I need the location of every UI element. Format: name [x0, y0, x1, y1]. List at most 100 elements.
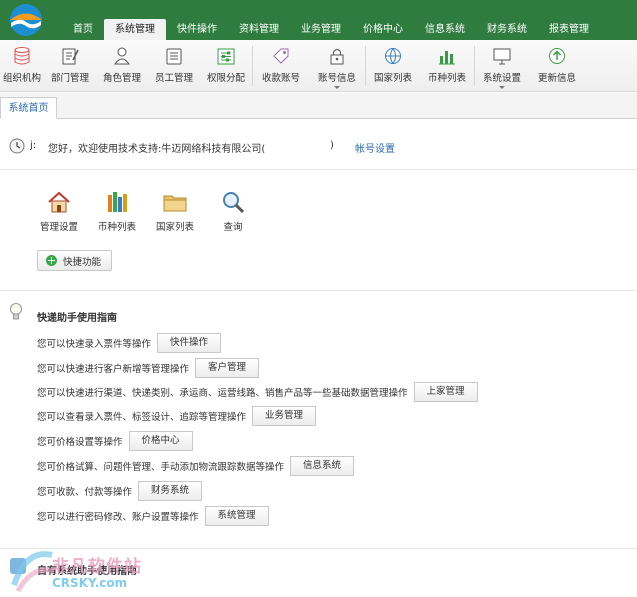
guide-row-button[interactable]: 财务系统 — [138, 481, 203, 501]
monitor-icon — [493, 48, 511, 65]
nav-item-4[interactable]: 业务管理 — [290, 19, 352, 40]
toolbar-label: 部门管理 — [50, 73, 89, 84]
guide-row: 您可以进行密码修改、账户设置等操作 系统管理 — [37, 506, 269, 526]
toolbar-label: 组织机构 — [2, 73, 41, 84]
tab-system-home[interactable]: 系统首页 — [0, 97, 57, 119]
toolbar-button-3[interactable]: 员工管理 — [148, 40, 200, 92]
toolbar-label: 更新信息 — [537, 73, 576, 84]
toolbar-label: 币种列表 — [427, 73, 466, 84]
tab-strip: 系统首页 — [0, 93, 637, 119]
quick-functions-label: 快捷功能 — [63, 256, 102, 268]
guide-row-button[interactable]: 系统管理 — [204, 506, 269, 526]
books-icon — [108, 192, 127, 212]
guide-row-text: 您可以快速录入票件等操作 — [37, 339, 152, 350]
sliders-icon — [217, 48, 235, 65]
guide-row-text: 您可价格设置等操作 — [37, 437, 123, 448]
main-nav: 首页 系统管理 快件操作 资料管理 业务管理 价格中心 信息系统 财务系统 报表管理 — [62, 19, 600, 40]
nav-item-5[interactable]: 价格中心 — [352, 19, 414, 40]
quick-functions-button[interactable]: 快捷功能 — [37, 250, 113, 271]
nav-item-8[interactable]: 报表管理 — [538, 19, 600, 40]
nav-item-3[interactable]: 资料管理 — [228, 19, 290, 40]
folder-icon — [163, 195, 187, 212]
chevron-down-icon — [499, 86, 505, 89]
tag-icon — [273, 48, 289, 64]
database-icon — [14, 47, 30, 65]
welcome-message: 您好，欢迎使用技术支持:牛迈网络科技有限公司( — [48, 144, 266, 155]
shortcut-panel: 管理设置 币种列表 国家列表 查询 — [30, 189, 262, 233]
nav-item-0[interactable]: 首页 — [62, 19, 104, 40]
shortcut-3[interactable]: 查询 — [204, 189, 262, 233]
user-icon — [114, 47, 130, 65]
globe-icon — [385, 48, 401, 64]
section-divider — [0, 290, 637, 291]
toolbar-button-6[interactable]: 账号信息 — [309, 40, 365, 92]
toolbar-label: 账号信息 — [317, 73, 356, 84]
edit-doc-icon — [62, 48, 79, 65]
toolbar-label: 国家列表 — [373, 73, 412, 84]
toolbar-button-0[interactable]: 组织机构 — [0, 40, 44, 92]
nav-item-2[interactable]: 快件操作 — [166, 19, 228, 40]
chevron-down-icon — [334, 86, 340, 89]
guide-row: 您可价格设置等操作 价格中心 — [37, 431, 193, 451]
toolbar: 组织机构 部门管理 角色管理 员工管理 权限分配 收款账号 账号信息 国家列表 币种列表 系统设置… — [0, 40, 637, 92]
guide-row: 您可以快速进行客户新增等管理操作 客户管理 — [37, 358, 260, 378]
add-icon — [46, 255, 57, 266]
shortcut-1[interactable]: 币种列表 — [88, 189, 146, 233]
app-logo — [10, 4, 42, 36]
guide-title: 快递助手使用指南 — [37, 313, 117, 324]
toolbar-button-5[interactable]: 收款账号 — [253, 40, 309, 92]
guide-row-button[interactable]: 客户管理 — [195, 358, 260, 378]
watermark-en: CRSKY.com — [52, 576, 128, 590]
shortcut-label: 国家列表 — [155, 222, 194, 233]
guide-row: 您可价格试算、问题件管理、手动添加物流跟踪数据等操作 信息系统 — [37, 456, 355, 476]
welcome-username: j: — [30, 140, 37, 151]
nav-item-1[interactable]: 系统管理 — [104, 19, 166, 40]
section-divider — [0, 548, 637, 549]
guide-row-text: 您可以快速进行渠道、快递类别、承运商、运营线路、销售产品等一些基础数据管理操作 — [37, 388, 408, 399]
guide-book-icon — [10, 558, 26, 574]
home-icon — [48, 191, 70, 213]
guide-row-button[interactable]: 快件操作 — [157, 333, 222, 353]
welcome-bar: j: 您好，欢迎使用技术支持:牛迈网络科技有限公司( ) 帐号设置 — [0, 130, 637, 170]
guide-row-text: 您可收款、付款等操作 — [37, 487, 133, 498]
shortcut-0[interactable]: 管理设置 — [30, 189, 88, 233]
toolbar-button-8[interactable]: 币种列表 — [420, 40, 474, 92]
toolbar-button-7[interactable]: 国家列表 — [366, 40, 420, 92]
shortcut-label: 管理设置 — [39, 222, 78, 233]
guide-row: 您可收款、付款等操作 财务系统 — [37, 481, 203, 501]
guide-row-button[interactable]: 价格中心 — [128, 431, 193, 451]
shortcut-2[interactable]: 国家列表 — [146, 189, 204, 233]
guide-row-button[interactable]: 上家管理 — [413, 382, 478, 402]
guide-row-button[interactable]: 信息系统 — [290, 456, 355, 476]
guide-row-text: 您可价格试算、问题件管理、手动添加物流跟踪数据等操作 — [37, 462, 285, 473]
guide-row-text: 您可以查看录入票件、标签设计、追踪等管理操作 — [37, 412, 247, 423]
toolbar-label: 权限分配 — [206, 73, 245, 84]
account-settings-link[interactable]: 帐号设置 — [355, 140, 395, 155]
bar-chart-icon — [439, 51, 455, 65]
guide-row: 您可以快速进行渠道、快递类别、承运商、运营线路、销售产品等一些基础数据管理操作上… — [37, 382, 478, 402]
top-navigation-bar: 首页 系统管理 快件操作 资料管理 业务管理 价格中心 信息系统 财务系统 报表管理 — [0, 0, 637, 40]
nav-item-6[interactable]: 信息系统 — [414, 19, 476, 40]
toolbar-label: 系统设置 — [482, 73, 521, 84]
guide-row: 您可以查看录入票件、标签设计、追踪等管理操作 业务管理 — [37, 406, 317, 426]
toolbar-button-9[interactable]: 系统设置 — [475, 40, 529, 92]
welcome-suffix: ) — [330, 140, 334, 151]
nav-item-7[interactable]: 财务系统 — [476, 19, 538, 40]
toolbar-button-2[interactable]: 角色管理 — [96, 40, 148, 92]
guide-row-text: 您可以快速进行客户新增等管理操作 — [37, 364, 190, 375]
toolbar-label: 收款账号 — [261, 73, 300, 84]
shortcut-label: 查询 — [223, 222, 243, 233]
guide-row-text: 您可以进行密码修改、账户设置等操作 — [37, 512, 199, 523]
toolbar-label: 角色管理 — [102, 73, 141, 84]
toolbar-button-4[interactable]: 权限分配 — [200, 40, 252, 92]
toolbar-button-10[interactable]: 更新信息 — [529, 40, 585, 92]
guide-row: 您可以快速录入票件等操作 快件操作 — [37, 333, 222, 353]
toolbar-button-1[interactable]: 部门管理 — [44, 40, 96, 92]
guide-row-button[interactable]: 业务管理 — [252, 406, 317, 426]
upload-icon — [549, 48, 565, 64]
shortcut-label: 币种列表 — [97, 222, 136, 233]
magnifier-icon — [223, 192, 245, 214]
watermark-cn: 非凡软件站 — [52, 557, 142, 577]
toolbar-label: 员工管理 — [154, 73, 193, 84]
lightbulb-icon — [10, 303, 22, 320]
